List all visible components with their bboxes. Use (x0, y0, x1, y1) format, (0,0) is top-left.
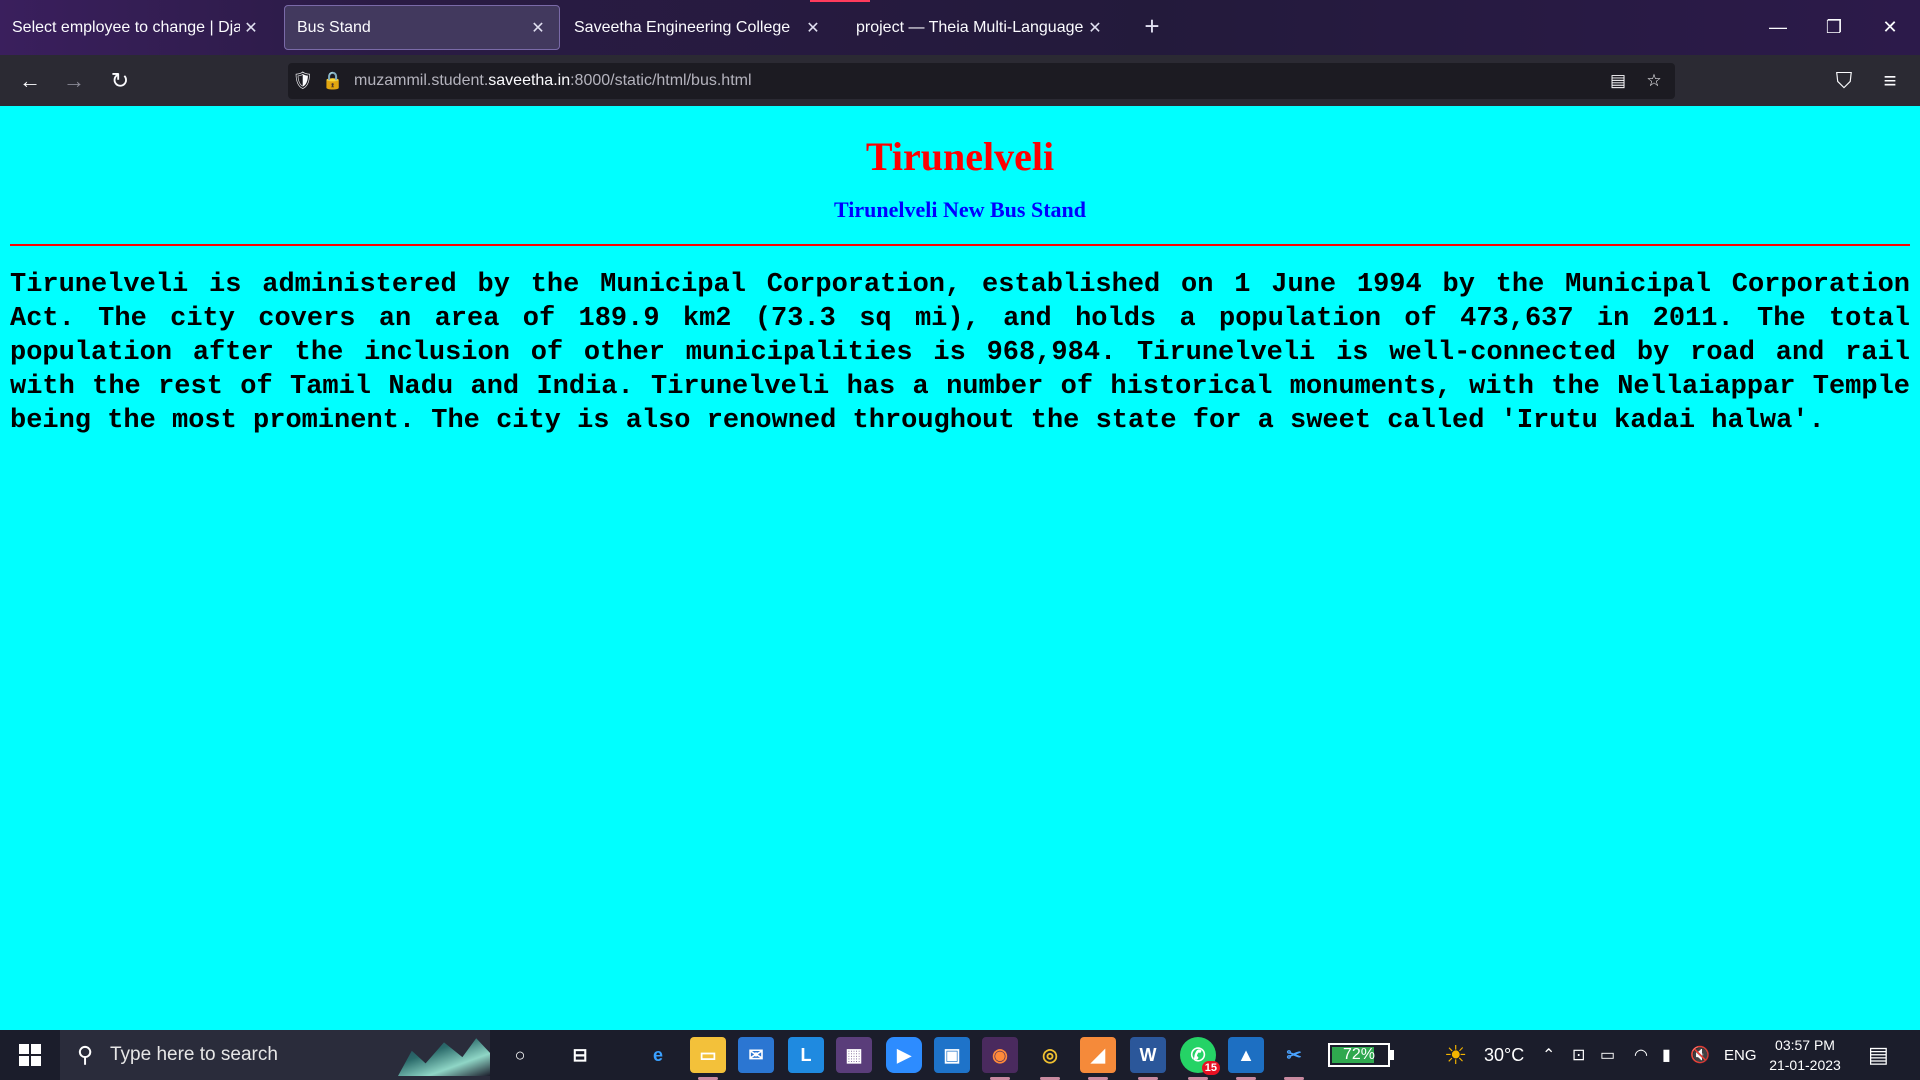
start-button[interactable] (0, 1030, 60, 1080)
notification-badge: 15 (1201, 1061, 1220, 1075)
close-icon[interactable]: ✕ (802, 17, 824, 39)
search-highlight-image (398, 1038, 490, 1076)
close-icon[interactable]: ✕ (527, 17, 549, 39)
wifi-icon[interactable]: ◠ (1634, 1030, 1648, 1080)
menu-hamburger-icon[interactable]: ≡ (1874, 65, 1906, 97)
mail-icon[interactable]: ✉ (738, 1037, 774, 1073)
close-icon[interactable]: ✕ (240, 17, 262, 39)
tab-sound-indicator (810, 0, 870, 2)
reader-view-icon[interactable]: ▤ (1603, 63, 1633, 99)
tab-label: Bus Stand (297, 18, 371, 36)
new-tab-button[interactable]: + (1137, 12, 1167, 42)
close-icon[interactable]: ✕ (1084, 17, 1106, 39)
l-app-icon[interactable]: L (788, 1037, 824, 1073)
cortana-icon[interactable]: ○ (502, 1037, 538, 1073)
page-subtitle: Tirunelveli New Bus Stand (833, 197, 1087, 222)
web-page-content: Tirunelveli Tirunelveli New Bus Stand Ti… (0, 106, 1920, 1030)
tab-bus-stand[interactable]: Bus Stand ✕ (284, 5, 560, 50)
horizontal-rule (10, 244, 1910, 246)
tab-theia-project[interactable]: project — Theia Multi-Language Ex ✕ (844, 5, 1116, 50)
battery-indicator[interactable]: 72% (1328, 1043, 1390, 1067)
restore-icon[interactable]: ❐ (1814, 12, 1854, 42)
presentation-app-icon[interactable]: ◢ (1080, 1037, 1116, 1080)
display-icon[interactable]: ▭ (1600, 1030, 1615, 1080)
url-text[interactable]: muzammil.student.saveetha.in:8000/static… (348, 72, 752, 90)
tab-saveetha[interactable]: Saveetha Engineering College ✕ (562, 5, 834, 50)
taskbar-search-box[interactable]: ⚲ Type here to search (60, 1030, 490, 1080)
notification-center-icon[interactable]: ▤ (1868, 1030, 1889, 1080)
weather-sun-icon[interactable]: ☀ (1444, 1030, 1467, 1080)
clock-time: 03:57 PM (1775, 1037, 1835, 1053)
close-window-icon[interactable]: ✕ (1870, 12, 1910, 42)
firefox-icon[interactable]: ◉ (982, 1037, 1018, 1080)
tab-label: Saveetha Engineering College (574, 18, 791, 36)
chrome-icon[interactable]: ◎ (1032, 1037, 1068, 1080)
snipping-tool-icon[interactable]: ✂ (1276, 1037, 1312, 1080)
clock[interactable]: 03:57 PM 21-01-2023 (1760, 1035, 1850, 1075)
tab-label: Select employee to change | Django (12, 18, 240, 36)
edge-icon[interactable]: e (640, 1037, 676, 1073)
forward-arrow-icon[interactable]: → (58, 65, 90, 97)
reload-icon[interactable]: ↻ (104, 65, 136, 97)
page-paragraph: Tirunelveli is administered by the Munic… (10, 270, 1910, 436)
tab-django-admin[interactable]: Select employee to change | Django ✕ (0, 5, 272, 50)
task-view-icon[interactable]: ⊟ (562, 1037, 598, 1073)
store-icon[interactable]: ▣ (934, 1037, 970, 1073)
zoom-icon[interactable]: ▶ (886, 1037, 922, 1073)
tab-label: project — Theia Multi-Language Ex (856, 18, 1084, 36)
lock-icon[interactable]: 🔒 (318, 63, 348, 99)
address-bar[interactable]: 🛡 🔒 muzammil.student.saveetha.in:8000/st… (288, 63, 1675, 99)
weather-temperature[interactable]: 30°C (1484, 1030, 1524, 1080)
meet-now-icon[interactable]: ⊡ (1572, 1030, 1585, 1080)
file-explorer-icon[interactable]: ▭ (690, 1037, 726, 1080)
url-suffix: :8000/static/html/bus.html (570, 72, 752, 89)
tab-strip: Select employee to change | Django ✕ Bus… (0, 0, 1920, 55)
shield-icon[interactable]: 🛡 (288, 63, 318, 99)
bookmark-star-icon[interactable]: ☆ (1639, 63, 1669, 99)
minimize-icon[interactable]: — (1758, 12, 1798, 42)
whatsapp-icon[interactable]: ✆ 15 (1180, 1037, 1220, 1080)
page-title: Tirunelveli (865, 134, 1055, 179)
windows-taskbar: ⚲ Type here to search ○ ⊟ e ▭ ✉ L ▦ ▶ ▣ … (0, 1030, 1920, 1080)
winrar-icon[interactable]: ▦ (836, 1037, 872, 1073)
url-prefix: muzammil.student. (354, 72, 489, 89)
photos-icon[interactable]: ▲ (1228, 1037, 1264, 1080)
battery-nub (1390, 1050, 1394, 1060)
back-arrow-icon[interactable]: ← (14, 65, 46, 97)
search-placeholder: Type here to search (110, 1044, 278, 1065)
battery-tray-icon[interactable]: ▮ (1662, 1030, 1671, 1080)
url-host: saveetha.in (488, 72, 571, 89)
battery-percent: 72% (1342, 1046, 1376, 1063)
chevron-up-icon[interactable]: ⌃ (1542, 1030, 1555, 1080)
pocket-icon[interactable]: ⛉ (1828, 65, 1860, 97)
clock-date: 21-01-2023 (1769, 1057, 1841, 1073)
windows-logo-icon (19, 1044, 41, 1066)
navigation-toolbar: ← → ↻ 🛡 🔒 muzammil.student.saveetha.in:8… (0, 55, 1920, 106)
language-indicator[interactable]: ENG (1724, 1030, 1757, 1080)
search-icon: ⚲ (76, 1042, 94, 1067)
word-icon[interactable]: W (1130, 1037, 1166, 1080)
volume-muted-icon[interactable]: 🔇 (1690, 1030, 1710, 1080)
